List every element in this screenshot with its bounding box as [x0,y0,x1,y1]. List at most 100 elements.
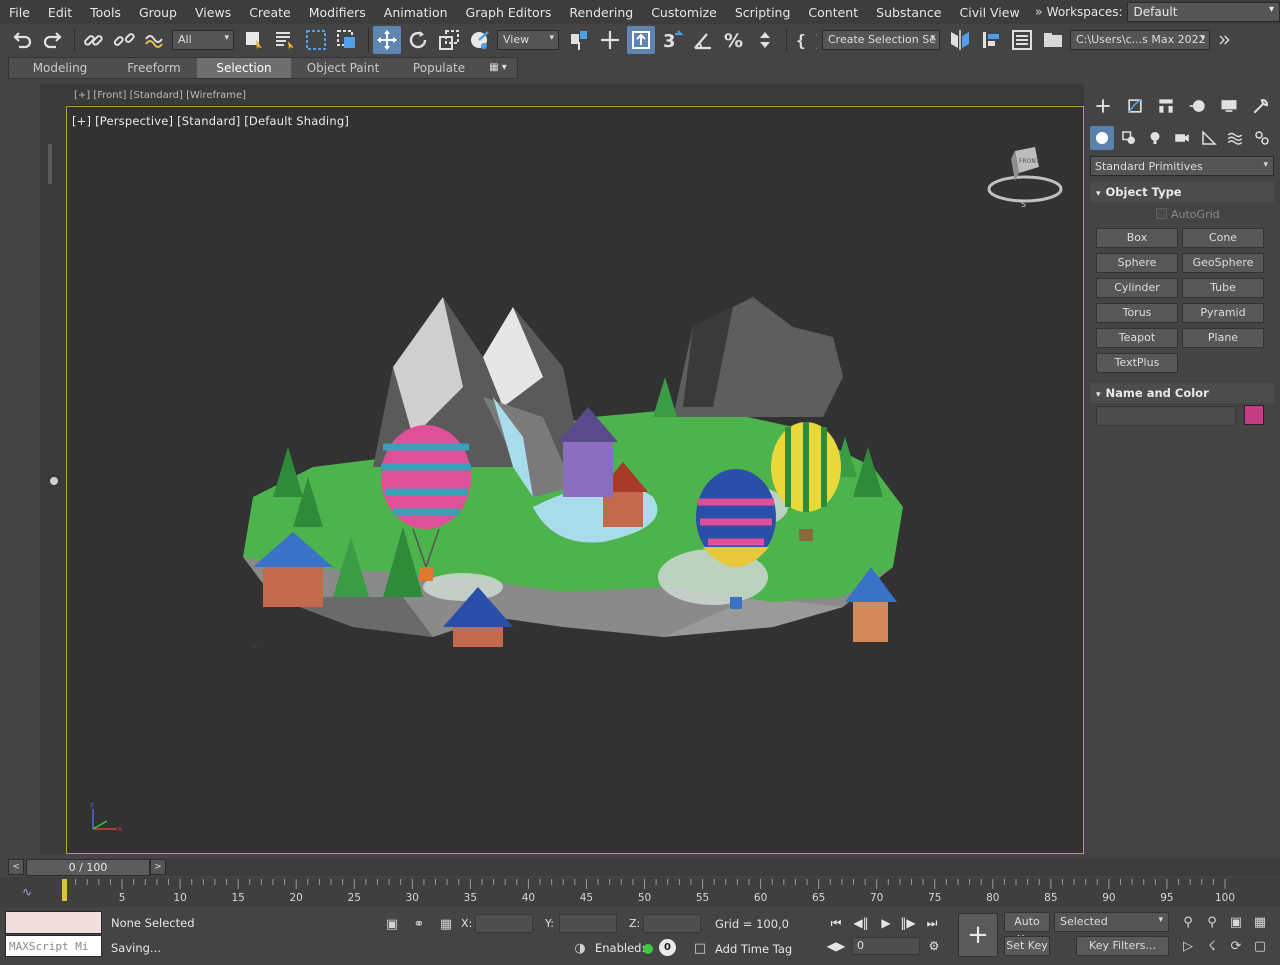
workspaces-dropdown[interactable]: Default ▾ [1126,2,1280,22]
move-icon[interactable] [373,26,401,54]
time-slider-handle[interactable]: 0 / 100 [26,859,150,876]
track-bar[interactable]: ∿ 5 10 15 20 25 30 35 40 45 50 55 60 65 70 75 80 85 90 95 1… [0,877,1280,907]
menu-create[interactable]: Create [240,5,300,20]
display-icon[interactable] [1216,94,1242,118]
name-and-color-rollout[interactable]: ▾ Name and Color [1090,383,1274,403]
y-coordinate-field[interactable] [559,914,617,933]
zoom-icon[interactable]: ⚲ [1178,913,1198,933]
menu-modifiers[interactable]: Modifiers [300,5,375,20]
add-time-tag-button[interactable]: Add Time Tag [715,942,792,956]
pivot-center-icon[interactable] [565,26,593,54]
torus-button[interactable]: Torus [1096,303,1178,323]
field-of-view-icon[interactable]: ▷ [1178,937,1198,957]
named-selection-dropdown[interactable]: Create Selection Se ▾ [822,30,940,50]
time-slider-track[interactable] [166,859,1280,876]
project-folder-icon[interactable] [1039,26,1067,54]
select-manipulate-icon[interactable] [596,26,624,54]
x-coordinate-field[interactable] [475,914,533,933]
double-chevron-right-icon[interactable]: » [1029,5,1047,20]
helpers-icon[interactable] [1197,126,1221,150]
isolate-selection-icon[interactable]: ▣ [383,915,401,933]
modify-icon[interactable] [1122,94,1148,118]
zoom-all-icon[interactable]: ⚲ [1202,913,1222,933]
menu-views[interactable]: Views [186,5,240,20]
motion-icon[interactable] [1185,94,1211,118]
object-type-rollout[interactable]: ▾ Object Type [1090,182,1274,202]
autogrid-checkbox[interactable]: AutoGrid [1156,208,1220,221]
pyramid-button[interactable]: Pyramid [1182,303,1264,323]
percent-snap-icon[interactable]: % [720,26,748,54]
undo-icon[interactable] [8,26,36,54]
set-key-button[interactable]: Set Key [1004,936,1050,956]
textplus-button[interactable]: TextPlus [1096,353,1178,373]
keyboard-shortcut-override-icon[interactable] [627,26,655,54]
menu-graph-editors[interactable]: Graph Editors [457,5,561,20]
key-set-dropdown[interactable]: Selected ▾ [1054,912,1169,932]
angle-snap-icon[interactable] [689,26,717,54]
menu-edit[interactable]: Edit [39,5,81,20]
object-name-field[interactable] [1096,406,1236,426]
place-icon[interactable] [466,26,494,54]
enabled-value-badge[interactable]: 0 [659,939,676,956]
menu-customize[interactable]: Customize [642,5,726,20]
box-button[interactable]: Box [1096,228,1178,248]
spinner-snap-icon[interactable] [751,26,779,54]
menu-civil-view[interactable]: Civil View [951,5,1029,20]
redo-icon[interactable] [39,26,67,54]
select-by-name-icon[interactable] [271,26,299,54]
maxscript-listener-output[interactable] [5,911,102,934]
play-icon[interactable]: ▶ [876,914,896,932]
floating-island-scene[interactable] [233,267,913,647]
tab-selection[interactable]: Selection [197,58,291,78]
scene-explorer-icon[interactable] [1008,26,1036,54]
go-to-start-icon[interactable]: ⏮ [826,914,846,932]
menu-content[interactable]: Content [799,5,867,20]
current-frame-field[interactable]: 0 [852,937,920,955]
viewport-label[interactable]: [+] [Perspective] [Standard] [Default Sh… [72,114,349,128]
project-path-dropdown[interactable]: C:\Users\c...s Max 2022 ▾ [1070,30,1210,50]
tab-populate[interactable]: Populate [395,58,483,78]
tab-object-paint[interactable]: Object Paint [291,58,395,78]
plane-button[interactable]: Plane [1182,328,1264,348]
previous-frame-icon[interactable]: < [8,859,24,875]
viewcube-icon[interactable]: FRONT S [985,141,1065,211]
zoom-extents-icon[interactable]: ▣ [1226,913,1246,933]
select-object-icon[interactable] [240,26,268,54]
selection-filter-dropdown[interactable]: All ▾ [172,30,234,50]
unlink-icon[interactable] [110,26,138,54]
menu-animation[interactable]: Animation [375,5,457,20]
zoom-extents-all-icon[interactable]: ▦ [1250,913,1270,933]
space-warps-icon[interactable] [1223,126,1247,150]
tab-modeling[interactable]: Modeling [9,58,111,78]
perspective-viewport[interactable]: [+] [Perspective] [Standard] [Default Sh… [66,106,1084,854]
absolute-mode-icon[interactable]: ▦ [437,915,455,933]
menu-rendering[interactable]: Rendering [560,5,642,20]
sphere-button[interactable]: Sphere [1096,253,1178,273]
lock-icon[interactable]: ⚭ [410,915,428,933]
reference-coordinate-dropdown[interactable]: View ▾ [497,30,559,50]
geometry-icon[interactable] [1090,126,1114,150]
menu-group[interactable]: Group [130,5,186,20]
primitives-category-dropdown[interactable]: Standard Primitives ▾ [1090,156,1274,176]
cone-button[interactable]: Cone [1182,228,1264,248]
rotate-icon[interactable] [404,26,432,54]
scale-icon[interactable] [435,26,463,54]
front-viewport-strip[interactable]: [+] [Front] [Standard] [Wireframe] [66,84,1084,106]
set-key-mode-icon[interactable]: + [958,913,998,957]
tab-freeform[interactable]: Freeform [111,58,197,78]
systems-icon[interactable] [1250,126,1274,150]
tube-button[interactable]: Tube [1182,278,1264,298]
menu-tools[interactable]: Tools [81,5,130,20]
curve-editor-icon[interactable]: ∿ [22,885,32,899]
teapot-button[interactable]: Teapot [1096,328,1178,348]
lights-icon[interactable] [1143,126,1167,150]
utilities-icon[interactable] [1248,94,1274,118]
maxscript-mini-listener[interactable]: MAXScript Mi [5,935,102,957]
z-coordinate-field[interactable] [643,914,701,933]
edit-named-selection-icon[interactable]: { } [791,26,819,54]
shapes-icon[interactable] [1117,126,1141,150]
menu-substance[interactable]: Substance [867,5,950,20]
key-mode-toggle-icon[interactable]: ◀▶ [826,937,846,955]
auto-key-button[interactable]: Auto Key [1004,912,1050,946]
snaps-toggle-icon[interactable]: 3 [658,26,686,54]
